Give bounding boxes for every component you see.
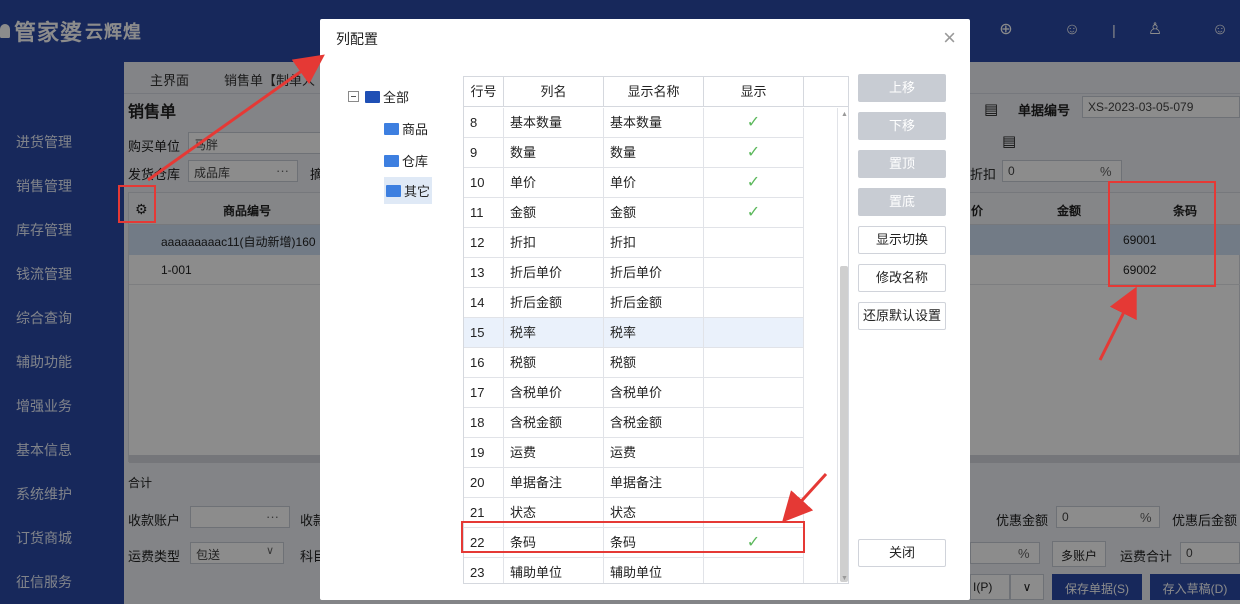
app-window: 管家婆 云辉煌 ⊕ ☺ | ♙ ☺ 进货管理 销售管理 库存管理 钱流管理 综合…	[0, 0, 1240, 604]
arrow-gear-to-dialog	[147, 54, 325, 182]
annotation-arrows	[147, 54, 1137, 523]
arrow-to-barcode-column	[1098, 286, 1137, 361]
arrow-to-barcode-row	[781, 472, 828, 523]
